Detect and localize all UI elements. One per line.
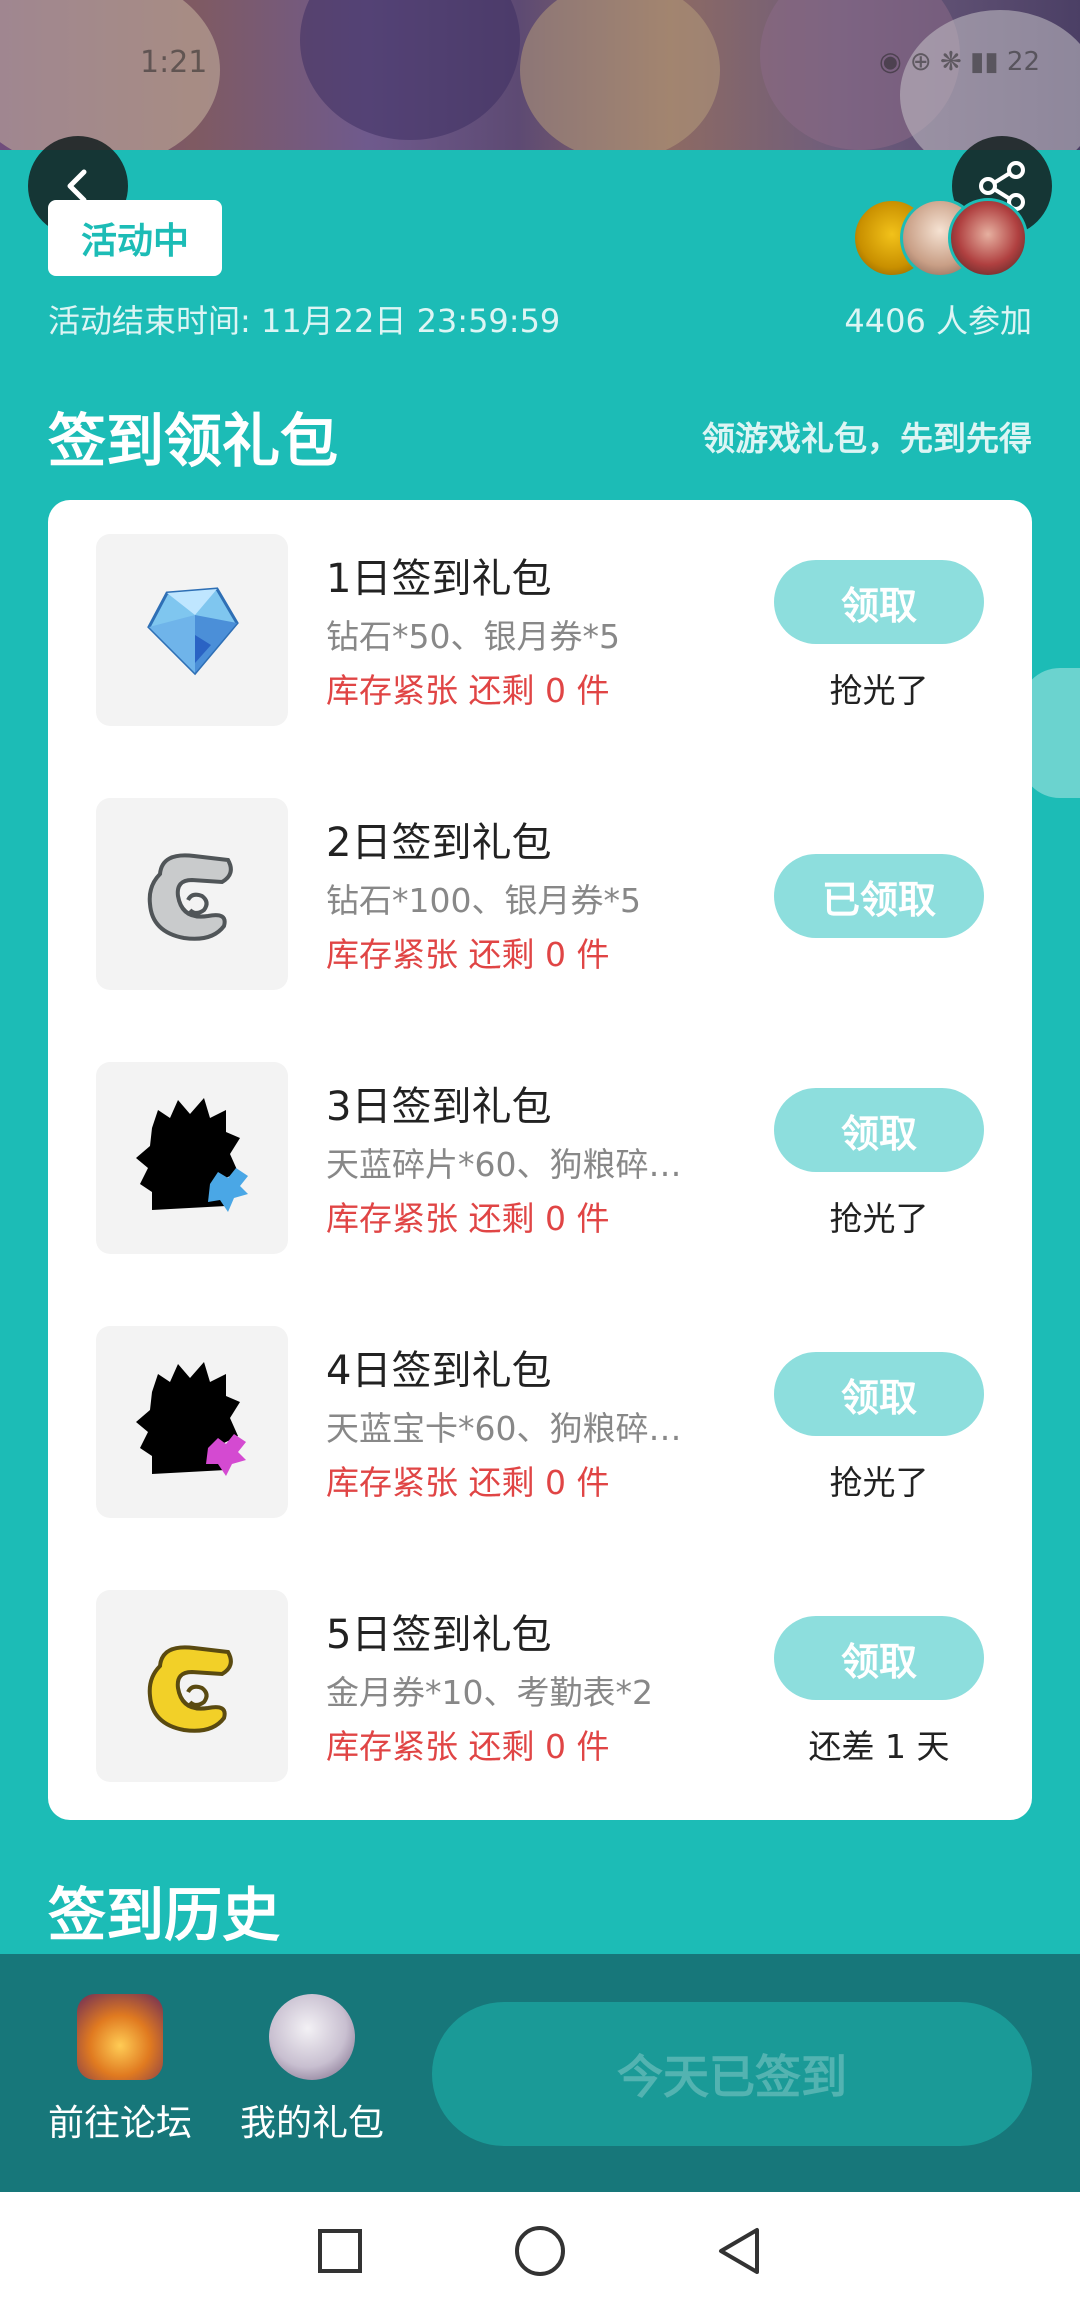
- claim-status: 还差 1 天: [808, 1727, 950, 1766]
- activity-end-time: 活动结束时间: 11月22日 23:59:59: [48, 302, 561, 340]
- my-gifts-link[interactable]: 我的礼包: [222, 1994, 402, 2146]
- system-back-button[interactable]: [710, 2221, 770, 2281]
- status-bar: 1:21 ◉ ⊕ ❋ ▮▮ 22: [140, 44, 1040, 80]
- gift-row-day-4: 4日签到礼包 天蓝宝卡*60、狗粮碎… 库存紧张 还剩 0 件 领取 抢光了: [48, 1326, 1032, 1520]
- bottom-action-bar: 前往论坛 我的礼包 今天已签到: [0, 1954, 1080, 2192]
- header-banner: 1:21 ◉ ⊕ ❋ ▮▮ 22: [0, 0, 1080, 150]
- participant-count: 4406 人参加: [844, 302, 1032, 340]
- home-button[interactable]: [510, 2221, 570, 2281]
- claim-status: 抢光了: [829, 1463, 929, 1502]
- gift-row-day-1: 1日签到礼包 钻石*50、银月券*5 库存紧张 还剩 0 件 领取 抢光了: [48, 534, 1032, 728]
- gift-description: 钻石*100、银月券*5: [326, 881, 641, 920]
- claim-status: 抢光了: [829, 1199, 929, 1238]
- gift-avatar-icon: [269, 1994, 355, 2080]
- triangle-back-icon: [719, 2228, 759, 2274]
- circle-icon: [515, 2226, 565, 2276]
- gift-stock: 库存紧张 还剩 0 件: [326, 935, 610, 974]
- claim-button[interactable]: 领取: [774, 560, 984, 644]
- avatar: [948, 198, 1028, 278]
- forum-link[interactable]: 前往论坛: [30, 1994, 210, 2146]
- diamond-icon: [147, 587, 239, 676]
- forum-link-label: 前往论坛: [47, 2103, 192, 2144]
- gift-name: 2日签到礼包: [326, 820, 552, 866]
- gift-description: 天蓝宝卡*60、狗粮碎…: [326, 1409, 682, 1448]
- floating-side-button[interactable]: [1020, 668, 1080, 798]
- gift-description: 金月券*10、考勤表*2: [326, 1673, 653, 1712]
- game-app-icon: [77, 1994, 163, 2080]
- claim-button[interactable]: 领取: [774, 1616, 984, 1700]
- signin-section-subtitle: 领游戏礼包，先到先得: [702, 419, 1032, 458]
- gift-stock: 库存紧张 还剩 0 件: [326, 1727, 610, 1766]
- gift-description: 钻石*50、银月券*5: [326, 617, 620, 656]
- participant-avatars[interactable]: [852, 198, 1032, 278]
- gift-row-day-5: 5日签到礼包 金月券*10、考勤表*2 库存紧张 还剩 0 件 领取 还差 1 …: [48, 1590, 1032, 1784]
- gift-name: 4日签到礼包: [326, 1348, 552, 1394]
- system-navigation-bar: [0, 2192, 1080, 2310]
- claim-button[interactable]: 领取: [774, 1088, 984, 1172]
- silver-scroll-icon: [147, 853, 233, 941]
- gold-scroll-icon: [147, 1645, 233, 1733]
- gift-stock: 库存紧张 还剩 0 件: [326, 671, 610, 710]
- status-icons: ◉ ⊕ ❋ ▮▮ 22: [878, 47, 1040, 77]
- gift-row-day-2: 2日签到礼包 钻石*100、银月券*5 库存紧张 还剩 0 件 已领取: [48, 798, 1032, 992]
- gift-stock: 库存紧张 还剩 0 件: [326, 1463, 610, 1502]
- silhouette-blue-shard-icon: [136, 1098, 248, 1212]
- gift-name: 3日签到礼包: [326, 1084, 552, 1130]
- recent-apps-button[interactable]: [310, 2221, 370, 2281]
- history-section-title: 签到历史: [48, 1881, 281, 1949]
- gift-list-card: 1日签到礼包 钻石*50、银月券*5 库存紧张 还剩 0 件 领取 抢光了 2日…: [48, 500, 1032, 1820]
- claim-status: 抢光了: [829, 671, 929, 710]
- claim-button[interactable]: 领取: [774, 1352, 984, 1436]
- signin-section-title: 签到领礼包: [48, 407, 339, 475]
- checkin-button[interactable]: 今天已签到: [432, 2002, 1032, 2146]
- silhouette-pink-shard-icon: [136, 1362, 246, 1476]
- activity-page: 1:21 ◉ ⊕ ❋ ▮▮ 22 活动中 活动结束时间: 11月22日 23:5…: [0, 0, 1080, 2310]
- gift-stock: 库存紧张 还剩 0 件: [326, 1199, 610, 1238]
- status-time: 1:21: [140, 44, 208, 80]
- gift-description: 天蓝碎片*60、狗粮碎…: [326, 1145, 682, 1184]
- square-icon: [318, 2229, 362, 2273]
- gift-name: 1日签到礼包: [326, 556, 552, 602]
- gift-name: 5日签到礼包: [326, 1612, 552, 1658]
- gift-row-day-3: 3日签到礼包 天蓝碎片*60、狗粮碎… 库存紧张 还剩 0 件 领取 抢光了: [48, 1062, 1032, 1256]
- claimed-button[interactable]: 已领取: [774, 854, 984, 938]
- my-gifts-label: 我的礼包: [239, 2103, 384, 2144]
- activity-status-badge: 活动中: [48, 200, 222, 276]
